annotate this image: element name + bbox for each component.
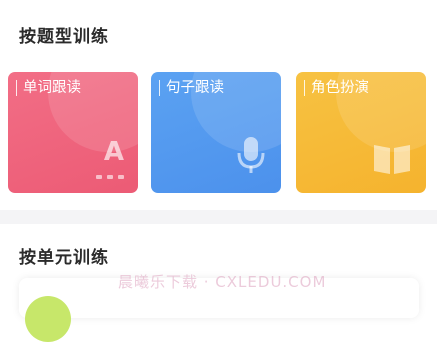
word-follow-read-card[interactable]: 单词跟读 A (8, 72, 138, 193)
microphone-icon (237, 137, 265, 173)
role-play-card[interactable]: 角色扮演 (296, 72, 426, 193)
card-label: 句子跟读 (159, 80, 224, 96)
card-label: 角色扮演 (304, 80, 369, 96)
section-title-by-type: 按题型训练 (19, 27, 109, 47)
section-title-by-unit: 按单元训练 (19, 248, 109, 268)
watermark: 晨曦乐下载 · CXLEDU.COM (118, 273, 327, 291)
section-divider (0, 210, 437, 224)
book-icon (374, 145, 410, 174)
dots-icon (96, 175, 124, 179)
sentence-follow-read-card[interactable]: 句子跟读 (151, 72, 281, 193)
card-label: 单词跟读 (16, 80, 81, 96)
letter-a-icon: A (103, 137, 124, 167)
unit-avatar (25, 296, 71, 342)
